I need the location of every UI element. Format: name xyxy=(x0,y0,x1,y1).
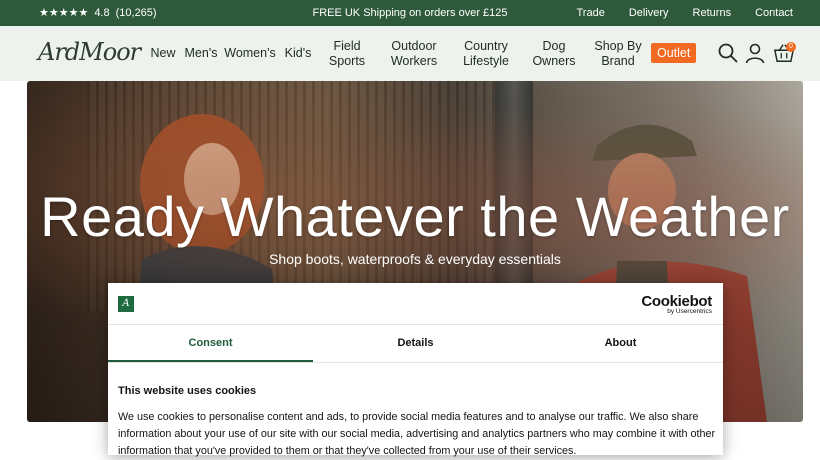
utility-links: Trade Delivery Returns Contact xyxy=(576,7,793,19)
ardmoor-small-logo-icon: A xyxy=(118,296,134,312)
cookie-dialog-header: A Cookiebot by Usercentrics xyxy=(108,283,723,325)
cookie-dialog-text: We use cookies to personalise content an… xyxy=(118,411,716,457)
tab-consent[interactable]: Consent xyxy=(108,325,313,362)
hero-subline: Shop boots, waterproofs & everyday essen… xyxy=(269,251,561,267)
cookie-tabs: Consent Details About xyxy=(108,325,723,363)
main-navigation: ArdMoor New Men's Women's Kid's Field Sp… xyxy=(0,26,820,81)
outlet-button[interactable]: Outlet xyxy=(651,43,697,63)
contact-link[interactable]: Contact xyxy=(755,7,793,19)
nav-item-dog-owners[interactable]: Dog Owners xyxy=(520,39,588,69)
trade-link[interactable]: Trade xyxy=(576,7,604,19)
search-icon[interactable] xyxy=(717,42,739,64)
site-logo[interactable]: ArdMoor xyxy=(38,38,141,66)
nav-menu: New Men's Women's Kid's Field Sports Out… xyxy=(146,26,648,81)
hero-headline: Ready Whatever the Weather xyxy=(40,185,790,248)
cookie-consent-dialog: A Cookiebot by Usercentrics Consent Deta… xyxy=(108,283,723,457)
nav-item-shop-by-brand[interactable]: Shop By Brand xyxy=(588,39,648,69)
nav-item-country-lifestyle[interactable]: Country Lifestyle xyxy=(452,39,520,69)
cookie-dialog-title: This website uses cookies xyxy=(118,385,257,397)
top-announcement-bar: ★★★★★ 4.8 (10,265) FREE UK Shipping on o… xyxy=(0,0,820,26)
tab-details[interactable]: Details xyxy=(313,325,518,362)
nav-item-mens[interactable]: Men's xyxy=(180,46,222,61)
nav-item-womens[interactable]: Women's xyxy=(222,46,278,61)
cookiebot-logo[interactable]: Cookiebot by Usercentrics xyxy=(641,293,712,315)
tab-about[interactable]: About xyxy=(518,325,723,362)
cookie-dialog-body: This website uses cookies We use cookies… xyxy=(118,385,716,460)
nav-item-outdoor-workers[interactable]: Outdoor Workers xyxy=(376,39,452,69)
account-icon[interactable] xyxy=(744,42,766,64)
nav-item-field-sports[interactable]: Field Sports xyxy=(318,39,376,69)
nav-item-kids[interactable]: Kid's xyxy=(278,46,318,61)
returns-link[interactable]: Returns xyxy=(693,7,732,19)
delivery-link[interactable]: Delivery xyxy=(629,7,669,19)
nav-item-new[interactable]: New xyxy=(146,46,180,61)
basket-count-badge: 0 xyxy=(786,42,796,52)
